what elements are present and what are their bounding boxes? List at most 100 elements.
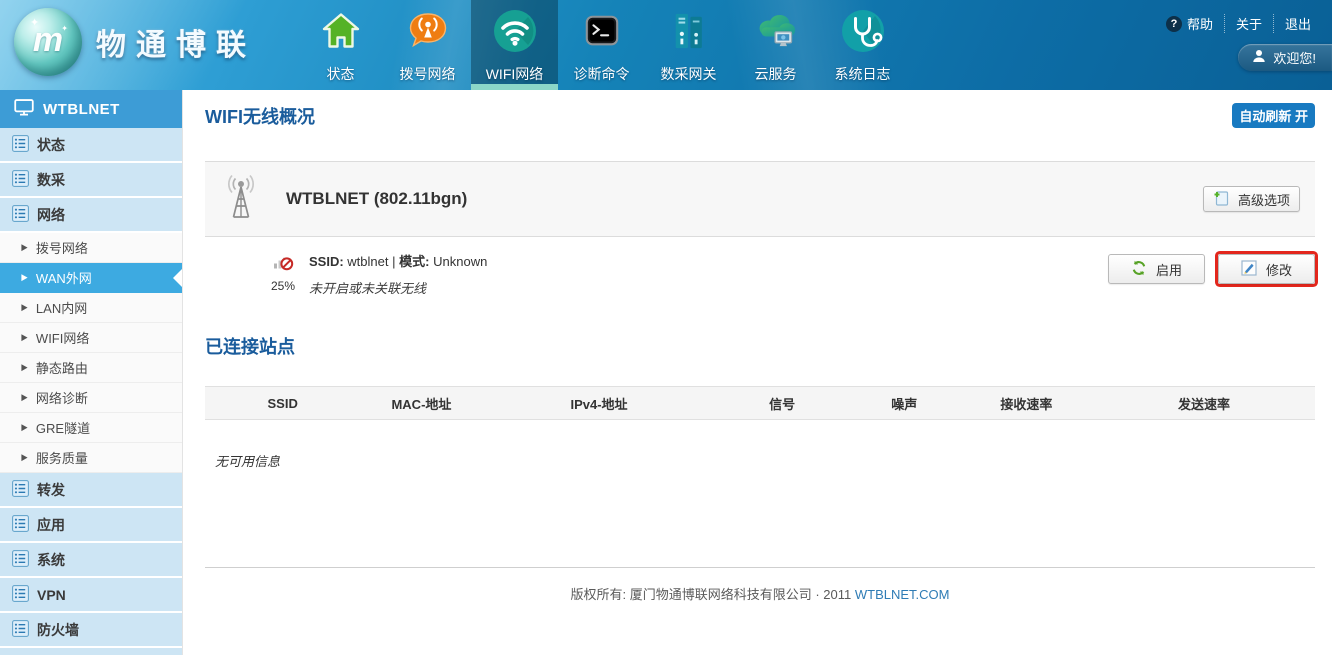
main-nav: 状态 拨号网络	[297, 0, 906, 90]
help-label: 帮助	[1187, 14, 1213, 33]
gateway-icon	[670, 7, 708, 55]
enable-button[interactable]: 启用	[1108, 254, 1205, 284]
sidebar-subitem-wan[interactable]: ▶ WAN外网	[0, 263, 182, 293]
sidebar-item-firewall[interactable]: 防火墙	[0, 613, 182, 648]
tab-dialup-network[interactable]: 拨号网络	[384, 0, 471, 90]
sidebar-item-label: 静态路由	[36, 358, 88, 377]
dialup-icon	[408, 7, 448, 55]
sidebar-item-label: WAN外网	[36, 268, 92, 287]
column-header-signal: 信号	[716, 387, 849, 420]
sidebar-item-label: 系统	[37, 550, 65, 570]
list-icon	[12, 135, 29, 155]
tab-cloud-service[interactable]: 云服务	[732, 0, 819, 90]
mode-value: Unknown	[433, 254, 487, 269]
sidebar-item-label: 防火墙	[37, 620, 79, 640]
about-link[interactable]: 关于	[1224, 14, 1273, 33]
auto-refresh-toggle[interactable]: 自动刷新 开	[1232, 103, 1315, 128]
tab-wifi-network[interactable]: WIFI网络	[471, 0, 558, 90]
logo-monogram: m	[33, 23, 63, 57]
no-data-message: 无可用信息	[205, 451, 1315, 470]
tab-label: 诊断命令	[574, 64, 630, 84]
sidebar-device-header: WTBLNET	[0, 90, 182, 128]
sidebar-item-label: LAN内网	[36, 298, 87, 317]
footer-link[interactable]: WTBLNET.COM	[855, 587, 950, 602]
sidebar-subitem-static-route[interactable]: ▶ 静态路由	[0, 353, 182, 383]
submenu-arrow-icon: ▶	[21, 332, 27, 343]
sidebar-subitem-diagnostics[interactable]: ▶ 网络诊断	[0, 383, 182, 413]
sidebar-item-label: 拨号网络	[36, 238, 88, 257]
wifi-overview-panel: WTBLNET (802.11bgn) 高级选项	[205, 161, 1315, 237]
sidebar-subitem-dialup[interactable]: ▶ 拨号网络	[0, 233, 182, 263]
antenna-icon	[223, 174, 259, 225]
help-icon: ?	[1166, 16, 1182, 32]
sidebar-item-label: 状态	[37, 135, 65, 155]
highlight-box: 修改	[1218, 254, 1315, 284]
sidebar-item-label: 网络	[37, 205, 65, 225]
tab-label: 云服务	[755, 64, 797, 84]
sidebar-item-forwarding[interactable]: 转发	[0, 473, 182, 508]
signal-off-icon	[273, 251, 294, 276]
page-title: WIFI无线概况	[205, 103, 315, 129]
list-icon	[12, 620, 29, 640]
column-header-noise: 噪声	[849, 387, 960, 420]
sidebar-item-label: VPN	[37, 587, 66, 603]
help-link[interactable]: ? 帮助	[1155, 14, 1224, 33]
sidebar-subitem-wifi[interactable]: ▶ WIFI网络	[0, 323, 182, 353]
logo-globe-icon: ✦ ✦ m	[14, 8, 82, 76]
submenu-arrow-icon: ▶	[21, 272, 27, 283]
main-content: WIFI无线概况 自动刷新 开 WTBLNET (802.11bgn) 高级选项	[183, 90, 1332, 655]
wifi-status-row: 25% SSID: wtblnet | 模式: Unknown 未开启或未关联无…	[205, 251, 1315, 297]
sidebar-item-label: 网络诊断	[36, 388, 88, 407]
column-header-tx-rate: 发送速率	[1093, 387, 1315, 420]
logout-link[interactable]: 退出	[1273, 14, 1322, 33]
home-icon	[321, 7, 361, 55]
sidebar-item-applications[interactable]: 应用	[0, 508, 182, 543]
sidebar-item-partial	[0, 648, 182, 655]
tab-diagnostic-commands[interactable]: 诊断命令	[558, 0, 645, 90]
tab-status[interactable]: 状态	[297, 0, 384, 90]
list-icon	[12, 515, 29, 535]
sidebar-item-data-collection[interactable]: 数采	[0, 163, 182, 198]
sidebar-item-label: 数采	[37, 170, 65, 190]
cloud-icon	[755, 7, 797, 55]
list-icon	[12, 205, 29, 225]
sidebar-item-label: GRE隧道	[36, 418, 90, 437]
welcome-pill[interactable]: 欢迎您!	[1238, 44, 1332, 71]
sidebar-subitem-qos[interactable]: ▶ 服务质量	[0, 443, 182, 473]
wifi-network-title: WTBLNET (802.11bgn)	[286, 189, 1203, 209]
sidebar-item-label: 应用	[37, 515, 65, 535]
advanced-options-button[interactable]: 高级选项	[1203, 186, 1300, 212]
submenu-arrow-icon: ▶	[21, 302, 27, 313]
top-header: ✦ ✦ m 物通博联 状态 拨号网络	[0, 0, 1332, 90]
user-icon	[1252, 49, 1266, 66]
copyright-text: 版权所有: 厦门物通博联网络科技有限公司 · 2011	[571, 587, 852, 602]
column-header-mac: MAC-地址	[360, 387, 482, 420]
footer: 版权所有: 厦门物通博联网络科技有限公司 · 2011 WTBLNET.COM	[205, 567, 1315, 603]
tab-label: 数采网关	[661, 64, 717, 84]
list-icon	[12, 550, 29, 570]
page-add-icon	[1213, 190, 1229, 209]
modify-button[interactable]: 修改	[1218, 254, 1315, 284]
column-header-ssid: SSID	[205, 387, 360, 420]
brand-logo: ✦ ✦ m 物通博联	[14, 8, 256, 76]
column-header-ipv4: IPv4-地址	[482, 387, 715, 420]
tab-data-gateway[interactable]: 数采网关	[645, 0, 732, 90]
signal-percent: 25%	[271, 279, 295, 293]
sidebar-subitem-lan[interactable]: ▶ LAN内网	[0, 293, 182, 323]
wifi-icon	[493, 7, 537, 55]
mode-label: 模式:	[399, 254, 429, 269]
tab-system-log[interactable]: 系统日志	[819, 0, 906, 90]
sidebar-item-network[interactable]: 网络	[0, 198, 182, 233]
connected-stations-title: 已连接站点	[205, 333, 1315, 359]
tab-label: WIFI网络	[486, 64, 544, 84]
sidebar-item-system[interactable]: 系统	[0, 543, 182, 578]
sidebar-subitem-gre-tunnel[interactable]: ▶ GRE隧道	[0, 413, 182, 443]
welcome-label: 欢迎您!	[1273, 48, 1316, 67]
stethoscope-icon	[841, 7, 885, 55]
list-icon	[12, 585, 29, 605]
column-header-rx-rate: 接收速率	[960, 387, 1093, 420]
sidebar-item-status[interactable]: 状态	[0, 128, 182, 163]
sidebar-item-label: 服务质量	[36, 448, 88, 467]
submenu-arrow-icon: ▶	[21, 452, 27, 463]
sidebar-item-vpn[interactable]: VPN	[0, 578, 182, 613]
